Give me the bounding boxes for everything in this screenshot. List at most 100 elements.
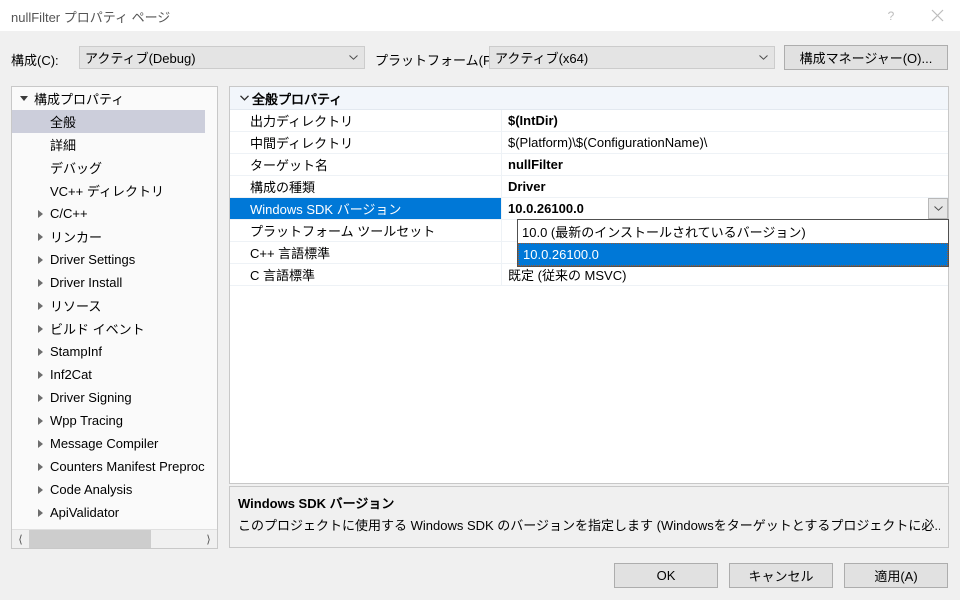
chevron-down-icon xyxy=(342,55,364,60)
sidebar-item[interactable]: リソース xyxy=(12,294,205,317)
sidebar-item[interactable]: デバッグ xyxy=(12,156,205,179)
sidebar-item[interactable]: 全般 xyxy=(12,110,205,133)
sidebar-item[interactable]: C/C++ xyxy=(12,202,205,225)
chevron-down-icon xyxy=(236,95,252,101)
property-value[interactable]: nullFilter xyxy=(501,154,948,175)
sidebar-item-label: Driver Signing xyxy=(50,390,132,405)
sidebar-item-label: Wpp Tracing xyxy=(50,413,123,428)
sidebar-item-label: VC++ ディレクトリ xyxy=(50,184,164,199)
cancel-button[interactable]: キャンセル xyxy=(729,563,833,588)
property-name: ターゲット名 xyxy=(250,158,329,173)
sidebar-item-label: Message Compiler xyxy=(50,436,159,451)
sidebar-item-label: リソース xyxy=(50,299,102,314)
chevron-right-icon[interactable] xyxy=(32,370,48,379)
chevron-right-icon[interactable] xyxy=(32,347,48,356)
property-name: 中間ディレクトリ xyxy=(250,136,354,151)
chevron-right-icon[interactable] xyxy=(32,439,48,448)
chevron-right-icon[interactable] xyxy=(32,416,48,425)
configuration-value: アクティブ(Debug) xyxy=(85,51,196,66)
sidebar-item[interactable]: Message Compiler xyxy=(12,432,205,455)
property-value[interactable]: 既定 (従来の MSVC) xyxy=(501,264,948,285)
sidebar-item-label: C/C++ xyxy=(50,206,88,221)
sidebar-item[interactable]: Driver Signing xyxy=(12,386,205,409)
dropdown-option[interactable]: 10.0.26100.0 xyxy=(518,243,948,266)
sidebar-item[interactable]: リンカー xyxy=(12,225,205,248)
sidebar-item[interactable]: Driver Settings xyxy=(12,248,205,271)
apply-button[interactable]: 適用(A) xyxy=(844,563,948,588)
scrollbar-thumb[interactable] xyxy=(29,530,151,548)
chevron-right-icon[interactable] xyxy=(32,209,48,218)
sidebar-item[interactable]: Driver Install xyxy=(12,271,205,294)
window-title: nullFilter プロパティ ページ xyxy=(11,10,171,25)
property-description-pane: Windows SDK バージョン このプロジェクトに使用する Windows … xyxy=(229,486,949,548)
svg-text:?: ? xyxy=(888,9,895,23)
sidebar-item[interactable]: VC++ ディレクトリ xyxy=(12,179,205,202)
sidebar-item-label: Counters Manifest Preprocessor xyxy=(50,459,205,474)
property-row[interactable]: ターゲット名 nullFilter xyxy=(230,154,948,176)
chevron-right-icon[interactable] xyxy=(32,485,48,494)
sidebar-item-label: 構成プロパティ xyxy=(34,92,125,107)
sidebar-item-label: 全般 xyxy=(50,115,77,130)
sidebar-item-label: Driver Settings xyxy=(50,252,136,267)
sidebar-item[interactable]: Wpp Tracing xyxy=(12,409,205,432)
sidebar-item[interactable]: Counters Manifest Preprocessor xyxy=(12,455,205,478)
configuration-select[interactable]: アクティブ(Debug) xyxy=(79,46,365,69)
property-name: 構成の種類 xyxy=(250,180,316,195)
property-name: 出力ディレクトリ xyxy=(250,114,354,129)
chevron-right-icon[interactable] xyxy=(32,508,48,517)
chevron-down-icon xyxy=(933,206,943,211)
chevron-right-icon[interactable] xyxy=(32,232,48,241)
chevron-right-icon[interactable] xyxy=(32,393,48,402)
sidebar-item-label: 詳細 xyxy=(50,138,77,153)
property-name: C 言語標準 xyxy=(250,268,316,283)
close-button[interactable] xyxy=(914,0,960,31)
chevron-down-icon[interactable] xyxy=(16,96,32,101)
property-row[interactable]: 構成の種類 Driver xyxy=(230,176,948,198)
close-icon xyxy=(931,9,943,22)
sidebar-item[interactable]: Code Analysis xyxy=(12,478,205,501)
sdk-version-dropdown-button[interactable] xyxy=(928,198,948,219)
property-value[interactable]: 10.0.26100.0 xyxy=(501,198,948,219)
property-name: Windows SDK バージョン xyxy=(230,198,501,219)
configuration-tree: 構成プロパティ全般詳細デバッグ VC++ ディレクトリ C/C++ リンカー Drive… xyxy=(12,87,205,524)
sidebar-item-label: Driver Install xyxy=(50,275,123,290)
sidebar-item[interactable]: ビルド イベント xyxy=(12,317,205,340)
property-row[interactable]: 出力ディレクトリ $(IntDir) xyxy=(230,110,948,132)
property-row[interactable]: C 言語標準 既定 (従来の MSVC) xyxy=(230,264,948,286)
sidebar-item[interactable]: ApiValidator xyxy=(12,501,205,524)
sidebar-item[interactable]: 詳細 xyxy=(12,133,205,156)
sidebar-item[interactable]: StampInf xyxy=(12,340,205,363)
chevron-right-icon[interactable] xyxy=(32,301,48,310)
tree-scroll-viewport: 構成プロパティ全般詳細デバッグ VC++ ディレクトリ C/C++ リンカー Drive… xyxy=(12,87,205,529)
description-body: このプロジェクトに使用する Windows SDK のバージョンを指定します (… xyxy=(238,518,940,533)
chevron-right-icon[interactable] xyxy=(32,324,48,333)
property-row[interactable]: Windows SDK バージョン 10.0.26100.0 xyxy=(230,198,948,220)
sidebar-item[interactable]: Inf2Cat xyxy=(12,363,205,386)
sidebar-item[interactable]: 構成プロパティ xyxy=(12,87,205,110)
property-name: C++ 言語標準 xyxy=(250,246,331,261)
chevron-down-icon xyxy=(752,55,774,60)
property-row[interactable]: 中間ディレクトリ $(Platform)\$(ConfigurationName)… xyxy=(230,132,948,154)
chevron-left-icon[interactable]: ⟨ xyxy=(12,530,29,548)
sidebar-item-label: ApiValidator xyxy=(50,505,120,520)
scrollbar-track[interactable] xyxy=(29,530,200,548)
platform-select[interactable]: アクティブ(x64) xyxy=(489,46,775,69)
help-button[interactable]: ? xyxy=(868,0,914,31)
chevron-right-icon[interactable] xyxy=(32,462,48,471)
configuration-label: 構成(C): xyxy=(11,53,59,68)
property-section-header[interactable]: 全般プロパティ xyxy=(230,87,948,110)
chevron-right-icon[interactable] xyxy=(32,278,48,287)
property-value[interactable]: Driver xyxy=(501,176,948,197)
sdk-version-dropdown-list[interactable]: 10.0 (最新のインストールされているバージョン) 10.0.26100.0 xyxy=(517,219,949,267)
tree-horizontal-scrollbar[interactable]: ⟨ ⟩ xyxy=(12,529,217,548)
title-bar: nullFilter プロパティ ページ ? xyxy=(0,0,960,31)
sidebar-item-label: ビルド イベント xyxy=(50,322,145,337)
chevron-right-icon[interactable] xyxy=(32,255,48,264)
property-value[interactable]: $(Platform)\$(ConfigurationName)\ xyxy=(501,132,948,153)
ok-button[interactable]: OK xyxy=(614,563,718,588)
chevron-right-icon[interactable]: ⟩ xyxy=(200,530,217,548)
sidebar-item-label: デバッグ xyxy=(50,161,103,176)
dropdown-option[interactable]: 10.0 (最新のインストールされているバージョン) xyxy=(518,220,948,243)
property-value[interactable]: $(IntDir) xyxy=(501,110,948,131)
configuration-manager-button[interactable]: 構成マネージャー(O)... xyxy=(784,45,948,70)
